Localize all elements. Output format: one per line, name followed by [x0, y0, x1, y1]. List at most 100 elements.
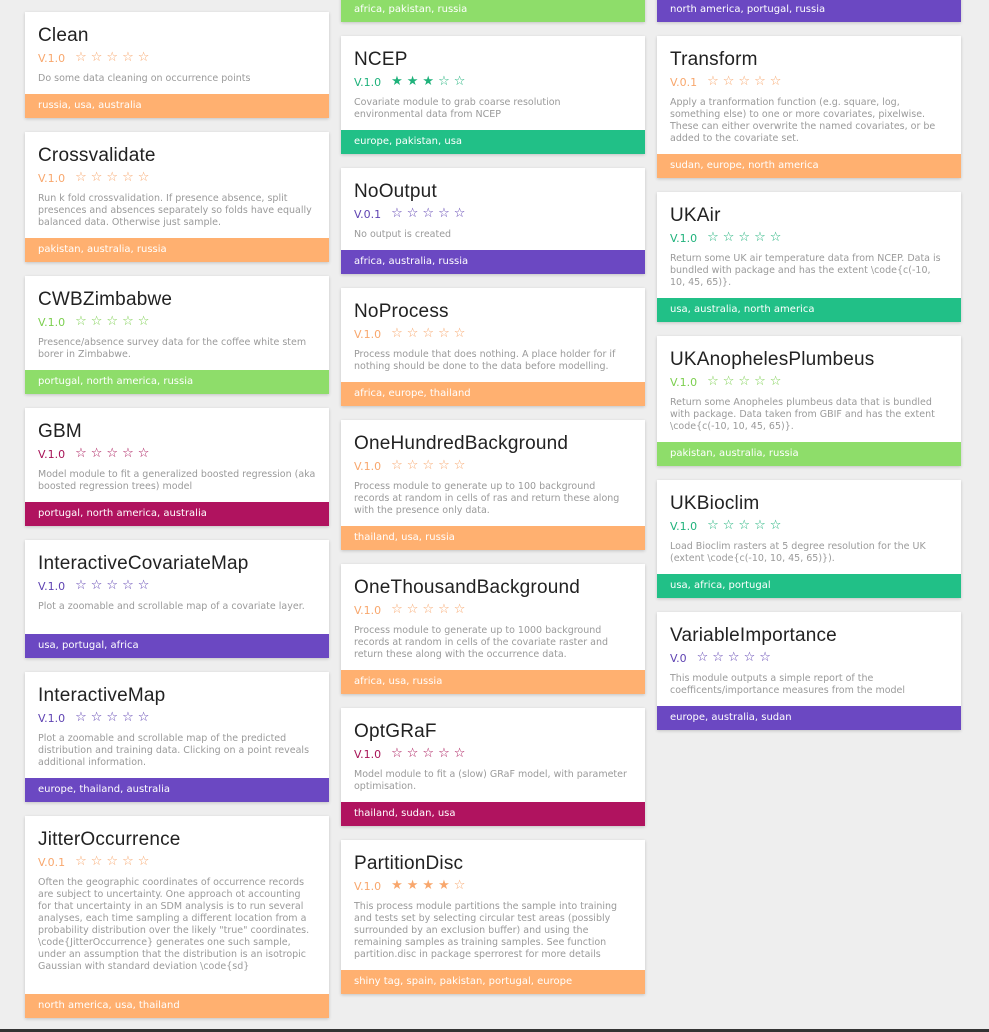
star-outline-icon[interactable]: ☆	[744, 651, 756, 665]
module-tags[interactable]: africa, pakistan, russia	[341, 0, 645, 22]
star-outline-icon[interactable]: ☆	[438, 459, 450, 473]
module-title[interactable]: Crossvalidate	[38, 144, 316, 168]
star-outline-icon[interactable]: ☆	[438, 603, 450, 617]
rating-stars[interactable]: ☆ ☆ ☆ ☆ ☆	[75, 171, 153, 185]
module-title[interactable]: GBM	[38, 420, 316, 444]
module-tags[interactable]: portugal, north america, australia	[25, 502, 329, 526]
module-card-partial[interactable]: north america, portugal, russia	[657, 0, 961, 22]
module-tags[interactable]: pakistan, australia, russia	[25, 238, 329, 262]
rating-stars[interactable]: ☆ ☆ ☆ ☆ ☆	[75, 51, 153, 65]
star-outline-icon[interactable]: ☆	[106, 51, 118, 65]
star-outline-icon[interactable]: ☆	[454, 747, 466, 761]
rating-stars[interactable]: ☆ ☆ ☆ ☆ ☆	[391, 747, 469, 761]
module-tags[interactable]: sudan, europe, north america	[657, 154, 961, 178]
module-title[interactable]: OptGRaF	[354, 720, 632, 744]
module-tags[interactable]: usa, portugal, africa	[25, 634, 329, 658]
star-outline-icon[interactable]: ☆	[122, 711, 134, 725]
module-card[interactable]: Clean V.1.0 ☆ ☆ ☆ ☆ ☆ Do some data cleaning o…	[25, 12, 329, 118]
module-card[interactable]: NCEP V.1.0 ★ ★ ★ ☆ ☆ Covariate module to grab…	[341, 36, 645, 154]
rating-stars[interactable]: ☆ ☆ ☆ ☆ ☆	[75, 447, 153, 461]
star-filled-icon[interactable]: ★	[422, 75, 434, 89]
module-tags[interactable]: shiny tag, spain, pakistan, portugal, eu…	[341, 970, 645, 994]
star-outline-icon[interactable]: ☆	[75, 711, 87, 725]
star-filled-icon[interactable]: ★	[391, 879, 403, 893]
rating-stars[interactable]: ★ ★ ★ ☆ ☆	[391, 75, 469, 89]
star-outline-icon[interactable]: ☆	[138, 51, 150, 65]
star-outline-icon[interactable]: ☆	[770, 231, 782, 245]
star-outline-icon[interactable]: ☆	[422, 747, 434, 761]
star-outline-icon[interactable]: ☆	[138, 855, 150, 869]
rating-stars[interactable]: ☆ ☆ ☆ ☆ ☆	[75, 711, 153, 725]
star-outline-icon[interactable]: ☆	[138, 447, 150, 461]
module-card[interactable]: UKAir V.1.0 ☆ ☆ ☆ ☆ ☆ Return some UK air temp…	[657, 192, 961, 322]
star-outline-icon[interactable]: ☆	[122, 315, 134, 329]
module-tags[interactable]: thailand, usa, russia	[341, 526, 645, 550]
star-filled-icon[interactable]: ★	[438, 879, 450, 893]
star-outline-icon[interactable]: ☆	[723, 519, 735, 533]
module-title[interactable]: PartitionDisc	[354, 852, 632, 876]
rating-stars[interactable]: ☆ ☆ ☆ ☆ ☆	[75, 855, 153, 869]
star-outline-icon[interactable]: ☆	[738, 519, 750, 533]
rating-stars[interactable]: ☆ ☆ ☆ ☆ ☆	[391, 207, 469, 221]
module-title[interactable]: VariableImportance	[670, 624, 948, 648]
module-title[interactable]: OneThousandBackground	[354, 576, 632, 600]
star-outline-icon[interactable]: ☆	[707, 375, 719, 389]
star-outline-icon[interactable]: ☆	[438, 327, 450, 341]
star-outline-icon[interactable]: ☆	[723, 75, 735, 89]
module-card[interactable]: InteractiveCovariateMap V.1.0 ☆ ☆ ☆ ☆ ☆ Plot …	[25, 540, 329, 658]
star-outline-icon[interactable]: ☆	[407, 459, 419, 473]
star-outline-icon[interactable]: ☆	[754, 231, 766, 245]
star-outline-icon[interactable]: ☆	[422, 207, 434, 221]
star-outline-icon[interactable]: ☆	[770, 375, 782, 389]
star-outline-icon[interactable]: ☆	[91, 855, 103, 869]
star-outline-icon[interactable]: ☆	[91, 171, 103, 185]
star-outline-icon[interactable]: ☆	[454, 207, 466, 221]
rating-stars[interactable]: ★ ★ ★ ★ ☆	[391, 879, 469, 893]
star-outline-icon[interactable]: ☆	[391, 327, 403, 341]
star-outline-icon[interactable]: ☆	[454, 603, 466, 617]
star-filled-icon[interactable]: ★	[407, 75, 419, 89]
star-outline-icon[interactable]: ☆	[391, 747, 403, 761]
star-outline-icon[interactable]: ☆	[454, 327, 466, 341]
module-card[interactable]: OptGRaF V.1.0 ☆ ☆ ☆ ☆ ☆ Model module to fit a…	[341, 708, 645, 826]
module-title[interactable]: UKBioclim	[670, 492, 948, 516]
star-outline-icon[interactable]: ☆	[770, 519, 782, 533]
star-outline-icon[interactable]: ☆	[723, 231, 735, 245]
star-outline-icon[interactable]: ☆	[754, 519, 766, 533]
star-outline-icon[interactable]: ☆	[106, 855, 118, 869]
star-outline-icon[interactable]: ☆	[122, 579, 134, 593]
module-title[interactable]: NCEP	[354, 48, 632, 72]
module-card[interactable]: NoProcess V.1.0 ☆ ☆ ☆ ☆ ☆ Process module that…	[341, 288, 645, 406]
module-tags[interactable]: north america, portugal, russia	[657, 0, 961, 22]
rating-stars[interactable]: ☆ ☆ ☆ ☆ ☆	[391, 459, 469, 473]
rating-stars[interactable]: ☆ ☆ ☆ ☆ ☆	[707, 231, 785, 245]
module-tags[interactable]: pakistan, australia, russia	[657, 442, 961, 466]
star-outline-icon[interactable]: ☆	[91, 579, 103, 593]
star-outline-icon[interactable]: ☆	[75, 579, 87, 593]
module-tags[interactable]: europe, thailand, australia	[25, 778, 329, 802]
star-outline-icon[interactable]: ☆	[407, 327, 419, 341]
module-title[interactable]: CWBZimbabwe	[38, 288, 316, 312]
star-outline-icon[interactable]: ☆	[106, 711, 118, 725]
module-title[interactable]: InteractiveCovariateMap	[38, 552, 316, 576]
rating-stars[interactable]: ☆ ☆ ☆ ☆ ☆	[75, 579, 153, 593]
star-outline-icon[interactable]: ☆	[707, 75, 719, 89]
star-outline-icon[interactable]: ☆	[75, 51, 87, 65]
module-title[interactable]: UKAir	[670, 204, 948, 228]
module-card[interactable]: JitterOccurrence V.0.1 ☆ ☆ ☆ ☆ ☆ Often the ge…	[25, 816, 329, 1018]
module-card[interactable]: GBM V.1.0 ☆ ☆ ☆ ☆ ☆ Model module to fit a gen…	[25, 408, 329, 526]
module-title[interactable]: UKAnophelesPlumbeus	[670, 348, 948, 372]
module-card[interactable]: Crossvalidate V.1.0 ☆ ☆ ☆ ☆ ☆ Run k fold cros…	[25, 132, 329, 262]
module-title[interactable]: InteractiveMap	[38, 684, 316, 708]
star-outline-icon[interactable]: ☆	[770, 75, 782, 89]
star-outline-icon[interactable]: ☆	[723, 375, 735, 389]
module-card[interactable]: VariableImportance V.0 ☆ ☆ ☆ ☆ ☆ This module …	[657, 612, 961, 730]
rating-stars[interactable]: ☆ ☆ ☆ ☆ ☆	[75, 315, 153, 329]
star-filled-icon[interactable]: ★	[407, 879, 419, 893]
module-title[interactable]: OneHundredBackground	[354, 432, 632, 456]
module-tags[interactable]: russia, usa, australia	[25, 94, 329, 118]
star-outline-icon[interactable]: ☆	[438, 207, 450, 221]
module-card[interactable]: OneHundredBackground V.1.0 ☆ ☆ ☆ ☆ ☆ Process …	[341, 420, 645, 550]
module-card[interactable]: PartitionDisc V.1.0 ★ ★ ★ ★ ☆ This process mo…	[341, 840, 645, 994]
star-outline-icon[interactable]: ☆	[454, 879, 466, 893]
